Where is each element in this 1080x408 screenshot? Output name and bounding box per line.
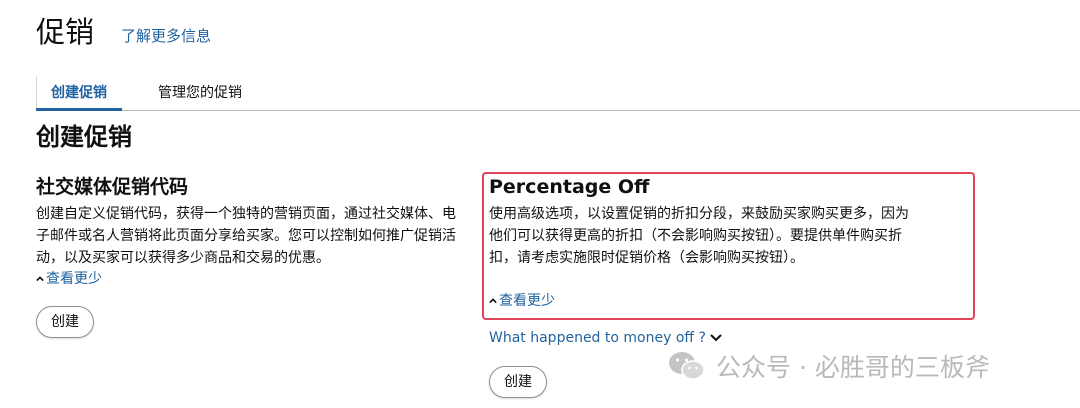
percentage-create-button[interactable]: 创建 [489, 366, 547, 398]
chevron-down-icon [710, 334, 722, 342]
percentage-show-less-link[interactable]: 查看更少 [489, 291, 555, 311]
social-create-button[interactable]: 创建 [36, 306, 94, 338]
money-off-label: What happened to money off ? [489, 330, 706, 346]
social-show-less-link[interactable]: 查看更少 [36, 269, 102, 289]
tab-create-promotion[interactable]: 创建促销 [36, 76, 122, 111]
social-card-description: 创建自定义促销代码，获得一个独特的营销页面，通过社交媒体、电子邮件或名人营销将此… [36, 206, 456, 266]
chevron-up-icon [36, 276, 44, 282]
chevron-up-icon [489, 298, 497, 304]
social-card-title: 社交媒体促销代码 [36, 176, 189, 198]
wechat-icon [669, 352, 705, 380]
tab-manage-promotions[interactable]: 管理您的促销 [158, 76, 242, 110]
percentage-card-title: Percentage Off [489, 176, 650, 198]
percentage-card-description: 使用高级选项，以设置促销的折扣分段，来鼓励买家购买更多，因为他们可以获得更高的折… [489, 206, 909, 266]
toggle-label: 查看更少 [499, 293, 555, 309]
watermark-text: 公众号 · 必胜哥的三板斧 [716, 353, 990, 382]
section-title: 创建促销 [36, 123, 132, 151]
watermark: 公众号 · 必胜哥的三板斧 [668, 346, 990, 386]
tab-label: 管理您的促销 [158, 85, 242, 101]
tab-label: 创建促销 [51, 85, 107, 101]
tab-bar: 创建促销 管理您的促销 [36, 76, 1080, 111]
page-title: 促销 [36, 15, 95, 49]
toggle-label: 查看更少 [46, 271, 102, 287]
learn-more-link[interactable]: 了解更多信息 [121, 26, 211, 46]
money-off-link[interactable]: What happened to money off ? [489, 328, 722, 348]
